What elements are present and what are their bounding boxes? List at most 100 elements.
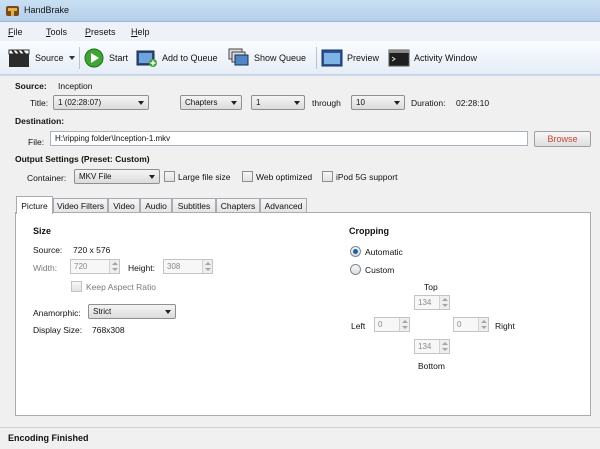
status-text: Encoding Finished xyxy=(8,433,89,443)
add-to-queue-button[interactable]: Add to Queue xyxy=(136,47,224,69)
spinner-arrows-icon[interactable] xyxy=(202,260,212,273)
container-label: Container: xyxy=(27,173,67,183)
chevron-down-icon xyxy=(68,56,75,60)
file-path-input[interactable]: H:\ripping folder\Inception-1.mkv xyxy=(50,131,528,146)
spinner-arrows-icon[interactable] xyxy=(439,340,449,353)
add-queue-icon xyxy=(136,50,157,67)
keep-aspect-ratio-checkbox[interactable] xyxy=(71,281,82,292)
chevron-down-icon xyxy=(138,101,144,105)
queue-icon xyxy=(228,48,249,66)
crop-right-stepper[interactable]: 0 xyxy=(453,317,489,332)
spinner-arrows-icon[interactable] xyxy=(478,318,488,331)
activity-window-button[interactable]: Activity Window xyxy=(388,47,488,69)
duration-value: 02:28:10 xyxy=(456,98,490,108)
height-label: Height: xyxy=(128,263,155,273)
browse-button[interactable]: Browse xyxy=(534,131,591,147)
cropping-heading: Cropping xyxy=(349,226,389,236)
crop-custom-radio[interactable] xyxy=(350,264,361,275)
window-title: HandBrake xyxy=(24,5,70,15)
chapter-start-select[interactable]: 1 xyxy=(251,95,305,110)
size-heading: Size xyxy=(33,226,52,236)
tab-subtitles[interactable]: Subtitles xyxy=(172,198,216,213)
toolbar-separator xyxy=(316,47,317,69)
web-optimized-label: Web optimized xyxy=(256,172,313,182)
spinner-arrows-icon[interactable] xyxy=(399,318,409,331)
tab-advanced[interactable]: Advanced xyxy=(260,198,307,213)
crop-automatic-label: Automatic xyxy=(365,247,403,257)
toolbar: Source Start Add to Queue Show Queue Pre… xyxy=(0,41,600,75)
preview-label: Preview xyxy=(347,53,380,63)
keep-aspect-ratio-label: Keep Aspect Ratio xyxy=(86,282,156,292)
menu-help-label: elp xyxy=(137,27,150,37)
menu-tools[interactable]: Tools xyxy=(46,27,67,37)
crop-bottom-stepper[interactable]: 134 xyxy=(414,339,450,354)
chevron-down-icon xyxy=(149,175,155,179)
menu-file-label: ile xyxy=(13,27,23,37)
tab-picture[interactable]: Picture xyxy=(16,196,53,214)
large-file-checkbox[interactable] xyxy=(164,171,175,182)
chapter-end-value: 10 xyxy=(356,98,365,107)
menu-presets-label: resets xyxy=(91,27,116,37)
chapter-end-select[interactable]: 10 xyxy=(351,95,405,110)
source-label: Source: xyxy=(15,81,47,91)
ipod-support-checkbox[interactable] xyxy=(322,171,333,182)
play-icon xyxy=(84,48,104,68)
chapters-mode-select[interactable]: Chapters xyxy=(180,95,242,110)
crop-top-value: 134 xyxy=(418,298,432,307)
height-stepper[interactable]: 308 xyxy=(163,259,213,274)
activity-window-label: Activity Window xyxy=(414,53,478,63)
web-optimized-checkbox[interactable] xyxy=(242,171,253,182)
file-path-value: H:\ripping folder\Inception-1.mkv xyxy=(55,134,171,143)
crop-automatic-radio[interactable] xyxy=(350,246,361,257)
preview-icon xyxy=(321,49,343,67)
tab-video[interactable]: Video xyxy=(108,198,140,213)
anamorphic-label: Anamorphic: xyxy=(33,308,81,318)
title-select-value: 1 (02:28:07) xyxy=(58,98,102,107)
title-select[interactable]: 1 (02:28:07) xyxy=(53,95,149,110)
spinner-arrows-icon[interactable] xyxy=(109,260,119,273)
tab-audio[interactable]: Audio xyxy=(140,198,172,213)
chevron-down-icon xyxy=(294,101,300,105)
source-name: Inception xyxy=(58,81,93,91)
toolbar-separator xyxy=(79,47,80,69)
preview-button[interactable]: Preview xyxy=(321,47,383,69)
crop-custom-label: Custom xyxy=(365,265,395,275)
display-size-value: 768x308 xyxy=(92,325,125,335)
anamorphic-select[interactable]: Strict xyxy=(88,304,176,319)
chevron-down-icon xyxy=(394,101,400,105)
show-queue-button[interactable]: Show Queue xyxy=(228,47,313,69)
handbrake-icon xyxy=(6,6,19,16)
ipod-support-label: iPod 5G support xyxy=(336,172,398,182)
crop-left-stepper[interactable]: 0 xyxy=(374,317,410,332)
menu-tools-label: ools xyxy=(50,27,68,37)
container-select[interactable]: MKV File xyxy=(74,169,160,184)
title-bar: HandBrake xyxy=(0,0,600,22)
chevron-down-icon xyxy=(165,310,171,314)
clapperboard-icon xyxy=(8,49,30,67)
width-stepper[interactable]: 720 xyxy=(70,259,120,274)
crop-top-stepper[interactable]: 134 xyxy=(414,295,450,310)
menu-presets[interactable]: Presets xyxy=(85,27,116,37)
through-label: through xyxy=(312,98,341,108)
menu-file[interactable]: File xyxy=(8,27,23,37)
chapter-start-value: 1 xyxy=(256,98,261,107)
start-button[interactable]: Start xyxy=(84,47,132,69)
source-button[interactable]: Source xyxy=(8,47,76,69)
spinner-arrows-icon[interactable] xyxy=(439,296,449,309)
width-value: 720 xyxy=(74,262,88,271)
tab-chapters[interactable]: Chapters xyxy=(216,198,260,213)
menu-help[interactable]: Help xyxy=(131,27,150,37)
destination-label: Destination: xyxy=(15,116,65,126)
anamorphic-select-value: Strict xyxy=(93,307,112,316)
tab-video-filters[interactable]: Video Filters xyxy=(53,198,108,213)
start-button-label: Start xyxy=(109,53,129,63)
width-label: Width: xyxy=(33,263,58,273)
height-value: 308 xyxy=(167,262,181,271)
duration-label: Duration: xyxy=(411,98,446,108)
show-queue-label: Show Queue xyxy=(254,53,307,63)
crop-right-label: Right xyxy=(495,321,515,331)
file-label: File: xyxy=(28,137,45,147)
picture-source-label: Source: xyxy=(33,245,63,255)
source-button-label: Source xyxy=(35,53,64,63)
picture-source-value: 720 x 576 xyxy=(73,245,111,255)
